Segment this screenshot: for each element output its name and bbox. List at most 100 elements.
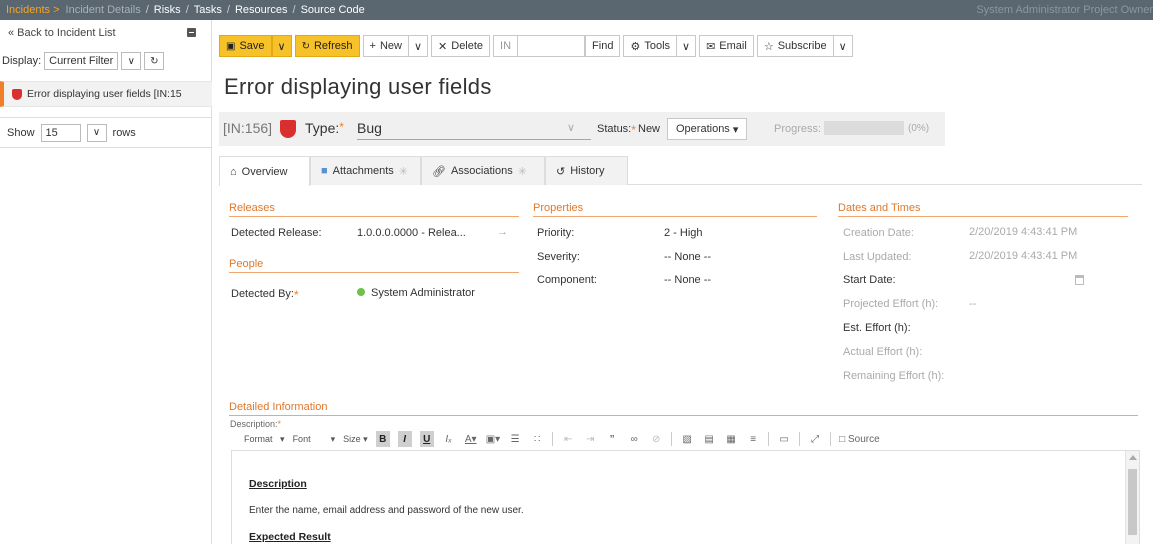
toolbar: ▣ Save ∨ ↻ Refresh + New ∨ ✕ Delete IN F… — [219, 33, 856, 59]
filter-dropdown-button[interactable]: ∨ — [121, 52, 142, 70]
nav-separator: / — [145, 4, 149, 16]
releases-header: Releases — [229, 202, 519, 217]
find-input[interactable] — [517, 35, 586, 57]
maximize-icon[interactable]: ⤢ — [808, 431, 822, 447]
find-button[interactable]: Find — [585, 35, 621, 57]
font-label: Font — [292, 433, 311, 444]
description-label: Description:* — [230, 419, 281, 429]
nav-incident-details[interactable]: Incident Details — [60, 4, 141, 16]
tab-history[interactable]: ↺ History — [545, 156, 628, 185]
size-dropdown[interactable]: Size ▾ — [343, 434, 368, 445]
component-value[interactable]: -- None -- — [664, 274, 711, 286]
subscribe-button[interactable]: ☆ Subscribe — [756, 35, 833, 57]
nav-incidents[interactable]: Incidents > — [0, 4, 60, 16]
last-updated-label: Last Updated: — [843, 251, 912, 263]
detected-release-value[interactable]: 1.0.0.0.0000 - Relea... — [357, 227, 466, 239]
incident-info-bar: [IN:156] Type:* Bug ∨ Status:* New Opera… — [219, 112, 945, 146]
refresh-button[interactable]: ↻ Refresh — [294, 35, 360, 57]
nav-tasks[interactable]: Tasks — [194, 4, 222, 16]
unlink-icon[interactable]: ⊘ — [649, 431, 663, 447]
chevron-down-icon[interactable]: ∨ — [567, 121, 575, 134]
background-color-icon[interactable]: ▣▾ — [486, 431, 500, 447]
subscribe-dropdown-button[interactable]: ∨ — [832, 35, 853, 57]
table-icon[interactable]: ▦ — [724, 431, 738, 447]
email-button[interactable]: ✉ Email — [699, 35, 754, 57]
description-editor[interactable]: Description Enter the name, email addres… — [231, 450, 1140, 544]
toolbar-separator — [799, 432, 801, 446]
calendar-icon[interactable] — [1075, 275, 1084, 285]
sidebar-incident-item[interactable]: Error displaying user fields [IN:15 — [0, 81, 212, 107]
source-button[interactable]: □ Source — [839, 431, 880, 447]
nav-risks[interactable]: Risks — [154, 4, 181, 16]
back-to-list-link[interactable]: « Back to Incident List — [8, 27, 116, 39]
tab-associations[interactable]: 🔗︎ Associations ✳ — [421, 156, 545, 185]
close-icon: ✕ — [438, 40, 448, 53]
star-icon: ☆ — [763, 40, 774, 53]
bulleted-list-icon[interactable]: ∷ — [530, 431, 544, 447]
scroll-up-icon[interactable] — [1129, 455, 1137, 460]
save-button[interactable]: ▣ Save — [219, 35, 272, 57]
numbered-list-icon[interactable]: ☰ — [508, 431, 522, 447]
outdent-icon[interactable]: ⇤ — [561, 431, 575, 447]
component-label: Component: — [537, 274, 597, 286]
paste-icon[interactable]: ▭ — [777, 431, 791, 447]
arrow-right-icon[interactable]: → — [497, 226, 508, 238]
tab-overview[interactable]: ⌂ Overview — [219, 156, 310, 186]
image-icon[interactable]: ▧ — [680, 431, 694, 447]
tab-attachments[interactable]: ■ Attachments ✳ — [310, 156, 421, 185]
tools-button[interactable]: ⚙ Tools — [623, 35, 677, 57]
toolbar-separator — [768, 432, 770, 446]
type-select[interactable]: Bug — [357, 120, 591, 140]
bold-icon[interactable]: B — [375, 431, 390, 447]
tab-attachments-label: Attachments — [332, 165, 394, 177]
priority-value[interactable]: 2 - High — [664, 227, 703, 239]
new-dropdown-button[interactable]: ∨ — [407, 35, 429, 57]
editor-scrollbar[interactable] — [1125, 451, 1139, 544]
nav-resources[interactable]: Resources — [235, 4, 288, 16]
user-info[interactable]: System Administrator Project Owner — [976, 4, 1153, 16]
severity-value[interactable]: -- None -- — [664, 251, 711, 263]
collapse-sidebar-icon[interactable] — [187, 28, 196, 37]
delete-button[interactable]: ✕ Delete — [431, 35, 491, 57]
description-label-text: Description: — [230, 419, 278, 429]
severity-label: Severity: — [537, 251, 580, 263]
link-icon[interactable]: ∞ — [627, 431, 641, 447]
editor-toolbar: Format ▾ Font ▾ Size ▾ B I U Iₓ A▾ ▣▾ ☰ … — [244, 431, 880, 447]
priority-label: Priority: — [537, 227, 575, 239]
new-button[interactable]: + New — [362, 35, 408, 57]
rows-select[interactable]: 15 — [40, 123, 81, 142]
refresh-filter-button[interactable]: ↻ — [144, 52, 165, 70]
required-star-icon: * — [339, 120, 344, 134]
filter-select[interactable]: Current Filter — [44, 52, 119, 70]
indent-icon[interactable]: ⇥ — [583, 431, 597, 447]
code-snippet-icon[interactable]: ▤ — [702, 431, 716, 447]
horizontal-line-icon[interactable]: ≡ — [746, 431, 760, 447]
caret-down-icon: ▾ — [732, 123, 739, 136]
text-color-icon[interactable]: A▾ — [464, 431, 478, 447]
toolbar-separator — [830, 432, 832, 446]
save-dropdown-button[interactable]: ∨ — [271, 35, 292, 57]
scrollbar-thumb[interactable] — [1128, 469, 1137, 535]
remove-format-icon[interactable]: Iₓ — [442, 431, 456, 447]
tools-dropdown-button[interactable]: ∨ — [676, 35, 697, 57]
chevron-down-icon: ∨ — [413, 40, 423, 53]
type-label-text: Type: — [305, 120, 340, 136]
source-label: Source — [847, 433, 880, 445]
rows-dropdown-button[interactable]: ∨ — [86, 123, 107, 142]
home-icon: ⌂ — [230, 165, 237, 178]
sidebar-incident-label: Error displaying user fields [IN:15 — [27, 88, 182, 100]
detected-by-value[interactable]: System Administrator — [357, 287, 475, 299]
rows-label: rows — [112, 126, 136, 139]
find-label: Find — [592, 40, 614, 52]
operations-label: Operations — [676, 123, 730, 135]
dates-header: Dates and Times — [838, 202, 1128, 217]
operations-button[interactable]: Operations ▾ — [667, 118, 748, 140]
font-dropdown[interactable]: Font ▾ — [293, 434, 336, 445]
italic-icon[interactable]: I — [397, 431, 412, 447]
start-date-label: Start Date: — [843, 274, 896, 286]
nav-source-code[interactable]: Source Code — [301, 4, 365, 16]
underline-icon[interactable]: U — [419, 431, 434, 447]
format-dropdown[interactable]: Format ▾ — [244, 434, 285, 445]
blockquote-icon[interactable]: ” — [605, 431, 619, 447]
find-prefix: IN — [493, 35, 518, 57]
